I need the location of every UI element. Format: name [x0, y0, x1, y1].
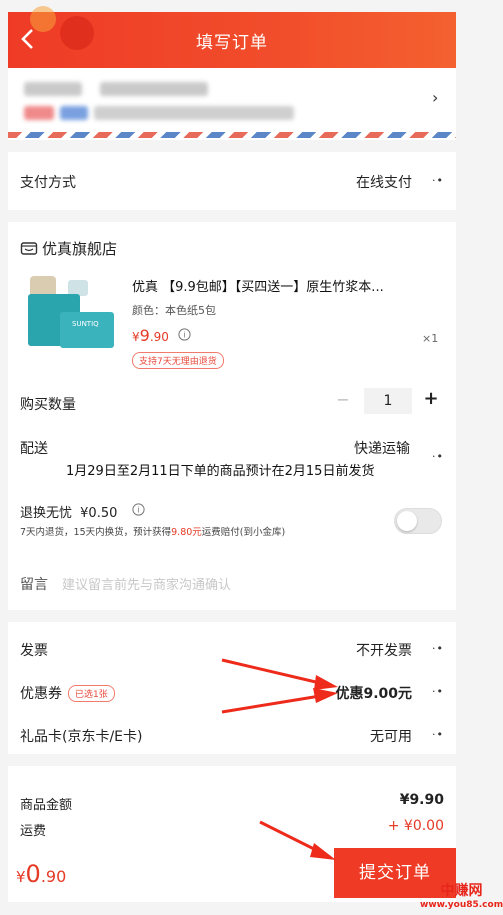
quantity-plus-button[interactable]: + — [418, 388, 444, 414]
return-insurance-price: ¥0.50 — [80, 506, 118, 521]
address-tag-blur — [24, 106, 54, 120]
product-title[interactable]: 优真 【9.9包邮】【买四送一】原生竹浆本... — [132, 276, 442, 295]
giftcard-value[interactable]: 无可用 — [370, 726, 412, 746]
product-image[interactable]: SUNTIQ — [24, 274, 114, 348]
address-card[interactable]: › — [8, 68, 456, 140]
page-title: 填写订单 — [196, 33, 268, 53]
quantity-minus-button[interactable]: − — [330, 390, 356, 414]
shop-card: 优真旗舰店 SUNTIQ 优真 【9.9包邮】【买四送一】原生竹浆本... 颜色… — [8, 222, 456, 610]
shop-icon — [20, 242, 38, 255]
annotation-arrow-icon — [221, 658, 338, 714]
shop-name[interactable]: 优真旗舰店 — [42, 238, 117, 259]
quantity-label: 购买数量 — [20, 397, 76, 413]
return-insurance-toggle[interactable] — [394, 508, 442, 534]
coupon-badge: 已选1张 — [68, 685, 115, 702]
top-bar: 填写订单 — [8, 6, 456, 68]
info-icon[interactable]: i — [178, 328, 191, 341]
quantity-input[interactable]: 1 — [364, 388, 412, 414]
payment-row[interactable]: 支付方式 在线支付 ·• — [8, 152, 456, 210]
remark-input[interactable]: 建议留言前先与商家沟通确认 — [62, 574, 432, 593]
more-dots-icon: ·• — [432, 450, 444, 463]
address-name-blur — [24, 82, 82, 96]
giftcard-label: 礼品卡(京东卡/E卡) — [20, 729, 143, 745]
more-dots-icon: ·• — [432, 728, 444, 741]
return-insurance: 退换无忧 ¥0.50 — [20, 502, 117, 521]
total-price: ¥0.90 — [16, 860, 67, 888]
goods-amount-label: 商品金额 — [20, 798, 73, 813]
more-dots-icon: ·• — [432, 642, 444, 655]
more-dots-icon: ·• — [432, 685, 444, 698]
watermark-url: www.you85.com — [420, 900, 503, 910]
summary-card: 商品金额 ¥9.90 运费 + ¥0.00 — [8, 766, 456, 846]
product-variant: 颜色：本色纸5包 — [132, 304, 216, 317]
return-insurance-desc: 7天内退货，15天内换货，预计获得9.80元运费赔付(到小金库) — [20, 527, 286, 538]
return-insurance-label: 退换无忧 — [20, 506, 73, 521]
address-phone-blur — [100, 82, 208, 96]
shipping-value: + ¥0.00 — [387, 818, 444, 834]
address-detail-blur — [94, 106, 294, 120]
more-dots-icon: ·• — [432, 174, 444, 187]
delivery-note: 1月29日至2月11日下单的商品预计在2月15日前发货 — [66, 464, 375, 479]
return-policy-tag: 支持7天无理由退货 — [132, 352, 224, 369]
address-border-stripe — [8, 132, 456, 138]
watermark: 中赚网 www.you85.com — [420, 880, 503, 910]
chevron-right-icon: › — [432, 88, 439, 107]
product-price: ¥9.90 — [132, 326, 169, 345]
delivery-method[interactable]: 快递运输 — [354, 438, 410, 458]
address-tag-blur — [60, 106, 88, 120]
payment-label: 支付方式 — [20, 175, 76, 191]
payment-value: 在线支付 — [356, 175, 412, 191]
quantity-mark: ×1 — [422, 332, 439, 345]
delivery-label: 配送 — [20, 441, 48, 457]
shipping-label: 运费 — [20, 824, 47, 839]
annotation-arrow-icon — [259, 820, 336, 860]
invoice-value[interactable]: 不开发票 — [356, 640, 412, 660]
svg-text:i: i — [183, 331, 185, 340]
package-text: SUNTIQ — [72, 320, 99, 328]
svg-text:i: i — [137, 506, 139, 515]
info-icon[interactable]: i — [132, 503, 145, 516]
coupon-value[interactable]: 优惠9.00元 — [335, 683, 412, 703]
invoice-label: 发票 — [20, 643, 48, 659]
remark-label: 留言 — [20, 577, 48, 593]
order-page: 填写订单 › 支付方式 在线支付 ·• 优真旗舰店 SUNTIQ 优真 【9.9… — [0, 0, 503, 915]
watermark-title: 中赚网 — [440, 883, 483, 899]
goods-amount-value: ¥9.90 — [399, 792, 444, 808]
coupon-label: 优惠券 — [20, 686, 62, 702]
